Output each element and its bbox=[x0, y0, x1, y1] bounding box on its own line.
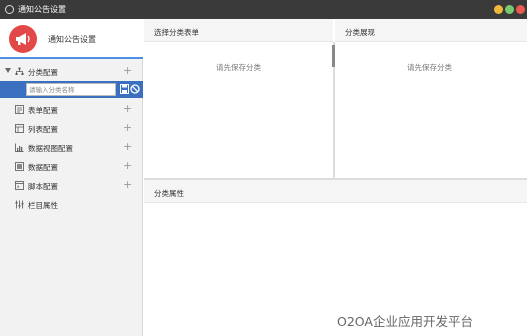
add-data-button[interactable]: + bbox=[123, 159, 132, 172]
add-form-button[interactable]: + bbox=[123, 102, 132, 115]
sidebar-item-category-config[interactable]: 分类配置 + bbox=[0, 62, 143, 81]
sidebar-item-label: 表单配置 bbox=[28, 106, 58, 115]
sidebar-item-label: 栏目属性 bbox=[28, 201, 58, 210]
sidebar-item-script-config[interactable]: 脚本配置 + bbox=[0, 176, 143, 195]
script-icon bbox=[15, 181, 24, 190]
app-window-icon bbox=[5, 5, 14, 14]
sidebar-item-form-config[interactable]: 表单配置 + bbox=[0, 100, 143, 119]
app-name: 通知公告设置 bbox=[48, 35, 96, 44]
save-icon[interactable] bbox=[120, 84, 129, 94]
window-titlebar: 通知公告设置 bbox=[0, 0, 527, 19]
minimize-button[interactable] bbox=[494, 5, 503, 14]
panel-header: 选择分类表单 bbox=[144, 19, 333, 42]
app-header: 通知公告设置 bbox=[0, 19, 143, 59]
cancel-icon[interactable] bbox=[130, 84, 140, 94]
empty-message: 请先保存分类 bbox=[407, 63, 452, 72]
close-button[interactable] bbox=[516, 5, 525, 14]
sliders-icon bbox=[15, 200, 24, 209]
category-edit-row bbox=[0, 81, 143, 98]
panel-header: 分类属性 bbox=[144, 180, 527, 203]
caret-down-icon[interactable] bbox=[5, 68, 11, 73]
form-select-panel: 选择分类表单 请先保存分类 bbox=[144, 19, 333, 178]
panel-header: 分类展现 bbox=[335, 19, 527, 42]
hierarchy-icon bbox=[15, 67, 24, 75]
sidebar-item-list-config[interactable]: 列表配置 + bbox=[0, 119, 143, 138]
sidebar-item-dataview-config[interactable]: 数据视图配置 + bbox=[0, 138, 143, 157]
add-list-button[interactable]: + bbox=[123, 121, 132, 134]
form-icon bbox=[15, 105, 24, 114]
sidebar-item-label: 数据配置 bbox=[28, 163, 58, 172]
panel-title: 选择分类表单 bbox=[154, 28, 199, 37]
category-name-input[interactable] bbox=[26, 83, 116, 96]
sidebar-item-label: 列表配置 bbox=[28, 125, 58, 134]
add-dataview-button[interactable]: + bbox=[123, 140, 132, 153]
window-title: 通知公告设置 bbox=[18, 5, 66, 14]
sidebar-item-column-properties[interactable]: 栏目属性 bbox=[0, 195, 143, 214]
sidebar-item-label: 脚本配置 bbox=[28, 182, 58, 191]
add-category-button[interactable]: + bbox=[123, 64, 132, 77]
data-icon bbox=[15, 162, 24, 171]
maximize-button[interactable] bbox=[505, 5, 514, 14]
sidebar-item-data-config[interactable]: 数据配置 + bbox=[0, 157, 143, 176]
chart-icon bbox=[15, 143, 24, 152]
megaphone-icon bbox=[9, 25, 37, 53]
sidebar-item-label: 分类配置 bbox=[28, 68, 58, 77]
sidebar-item-label: 数据视图配置 bbox=[28, 144, 73, 153]
panel-title: 分类属性 bbox=[154, 189, 184, 198]
list-icon bbox=[15, 124, 24, 133]
add-script-button[interactable]: + bbox=[123, 178, 132, 191]
watermark-text: O2OA企业应用开发平台 bbox=[337, 314, 473, 329]
empty-message: 请先保存分类 bbox=[216, 63, 261, 72]
sidebar: 通知公告设置 分类配置 + 表单配置 bbox=[0, 19, 143, 336]
category-display-panel: 分类展现 请先保存分类 bbox=[335, 19, 527, 178]
panel-title: 分类展现 bbox=[345, 28, 375, 37]
